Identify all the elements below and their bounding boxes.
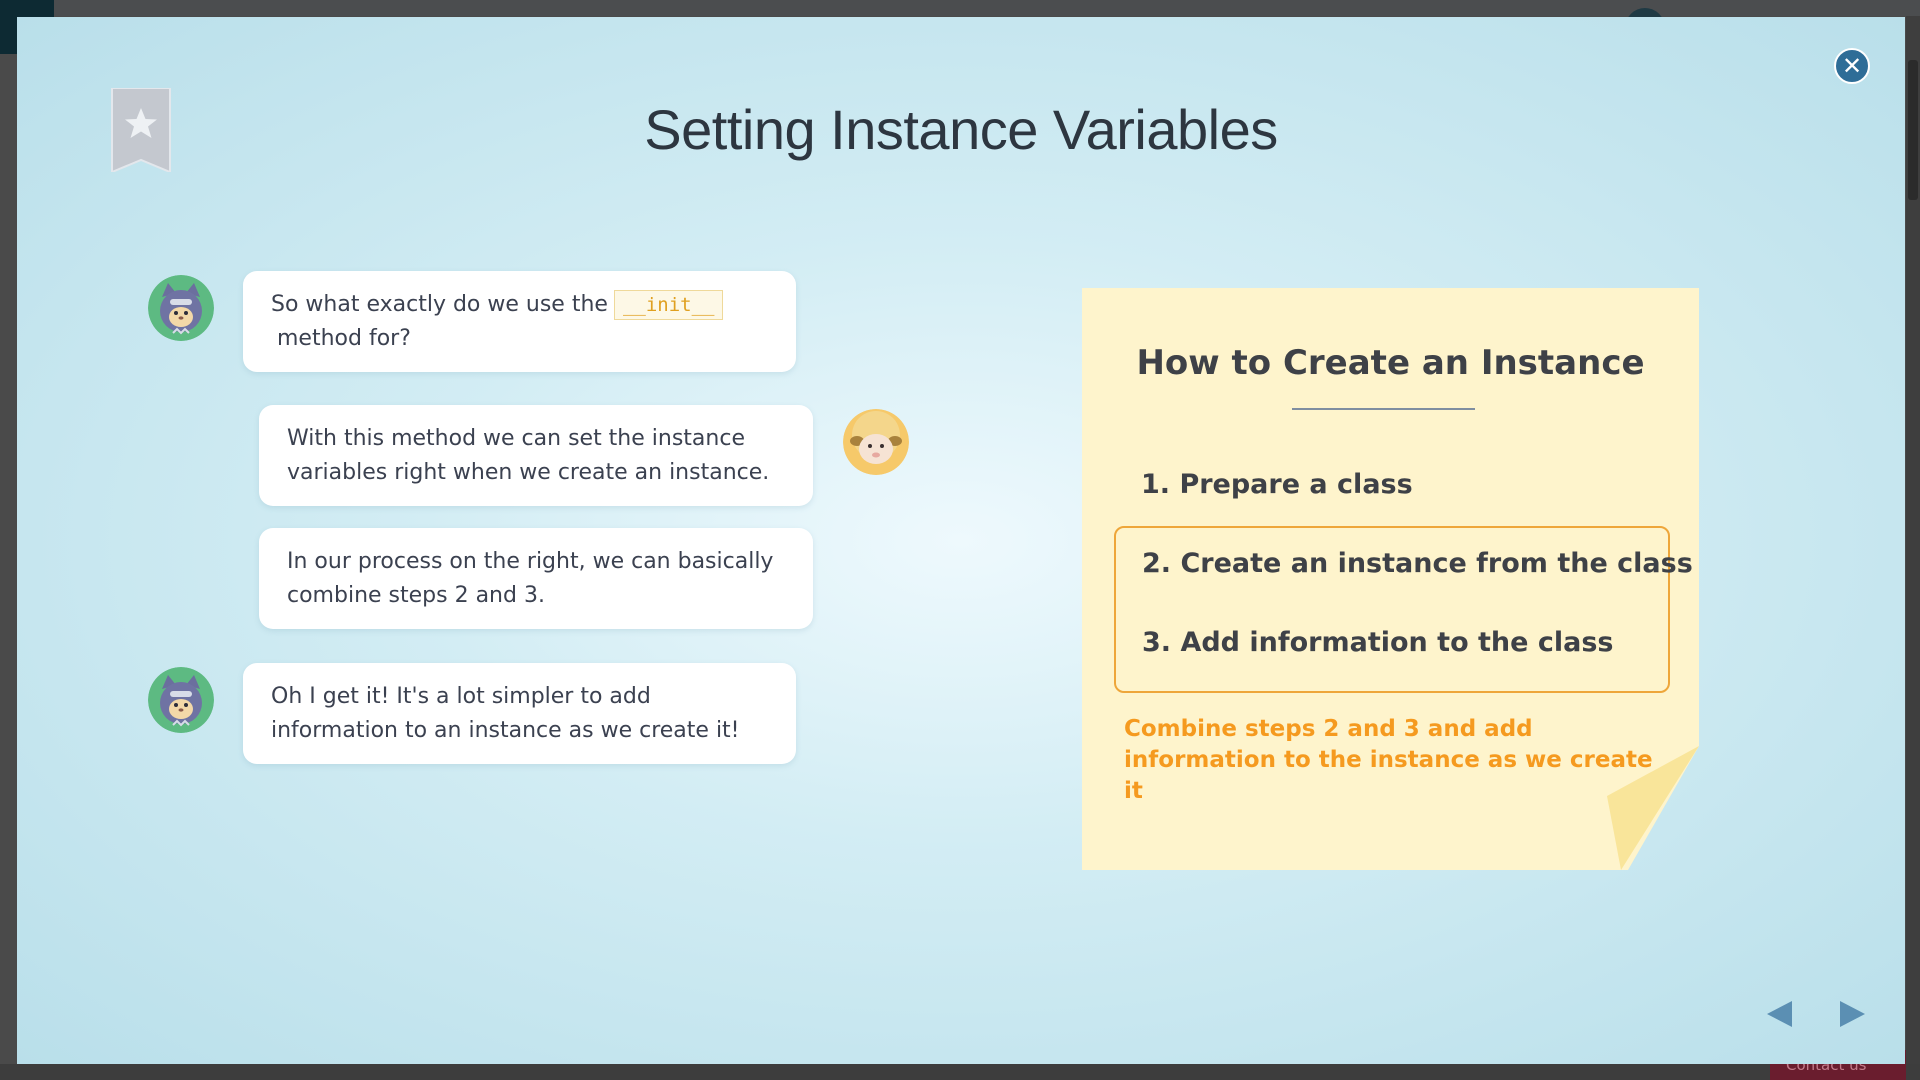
- chat-text: In our process on the right, we can basi…: [287, 549, 774, 608]
- note-caption-line-1: Combine steps 2 and 3 and add: [1124, 716, 1533, 742]
- close-button[interactable]: ✕: [1834, 48, 1870, 84]
- chat-bubble-sheep-1: With this method we can set the instance…: [259, 405, 813, 506]
- note-divider: [1292, 408, 1475, 410]
- arrow-right-icon: [1840, 1001, 1865, 1027]
- close-icon: ✕: [1841, 52, 1863, 80]
- note-caption: Combine steps 2 and 3 and add informatio…: [1124, 714, 1664, 807]
- previous-slide-button[interactable]: [1760, 994, 1800, 1034]
- chat-text: method for?: [277, 326, 411, 351]
- note-step-2: 2. Create an instance from the class: [1142, 548, 1693, 579]
- arrow-left-icon: [1767, 1001, 1792, 1027]
- note-step-1: 1. Prepare a class: [1141, 469, 1413, 500]
- chat-text: So what exactly do we use the: [271, 292, 608, 317]
- note-title: How to Create an Instance: [1136, 343, 1645, 383]
- lesson-modal: ✕ Setting Instance Variables So what exa…: [17, 17, 1905, 1064]
- chat-text: With this method we can set the instance…: [287, 426, 770, 485]
- background-scrollbar-thumb[interactable]: [1908, 60, 1918, 200]
- next-slide-button[interactable]: [1832, 994, 1872, 1034]
- lesson-title: Setting Instance Variables: [644, 98, 1278, 161]
- note-caption-line-2: information to the instance as we create…: [1124, 747, 1653, 804]
- chat-bubble-cat-1: So what exactly do we use the __init__ me…: [243, 271, 796, 372]
- chat-bubble-sheep-2: In our process on the right, we can basi…: [259, 528, 813, 629]
- sheep-avatar: [843, 409, 909, 475]
- cat-avatar: [148, 667, 214, 733]
- chat-text: Oh I get it! It's a lot simpler to add i…: [271, 684, 740, 743]
- code-snippet: __init__: [613, 290, 724, 320]
- cat-avatar: [148, 275, 214, 341]
- note-step-3: 3. Add information to the class: [1142, 627, 1614, 658]
- background-bottom-bar: [0, 1064, 1920, 1080]
- chat-bubble-cat-2: Oh I get it! It's a lot simpler to add i…: [243, 663, 796, 764]
